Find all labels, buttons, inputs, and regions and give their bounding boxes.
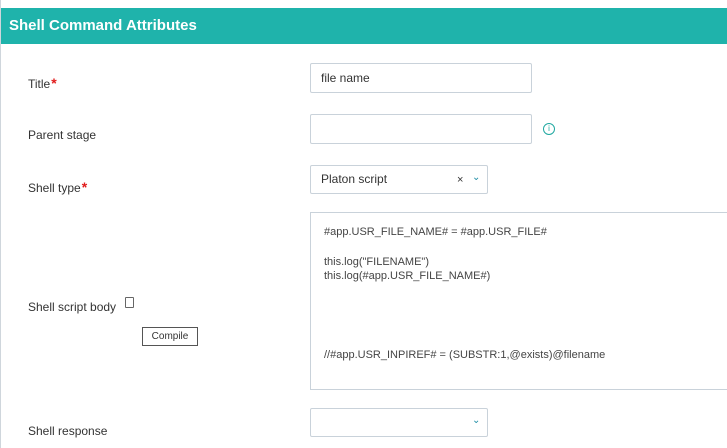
chevron-down-icon[interactable]: ⌄	[472, 172, 480, 183]
panel-title: Shell Command Attributes	[9, 17, 197, 34]
required-icon: *	[81, 179, 88, 195]
shell-response-select[interactable]	[310, 408, 488, 437]
title-label-text: Title	[28, 77, 51, 91]
title-input[interactable]: file name	[310, 63, 532, 93]
code-line: this.log(#app.USR_FILE_NAME#)	[324, 270, 491, 282]
chevron-down-icon[interactable]: ⌄	[472, 415, 480, 426]
compile-button[interactable]: Compile	[142, 327, 198, 346]
parent-stage-label: Parent stage	[28, 128, 97, 142]
required-icon: *	[51, 75, 57, 91]
document-icon[interactable]	[125, 297, 134, 308]
parent-stage-input[interactable]	[310, 114, 532, 144]
shell-script-textarea[interactable]: #app.USR_FILE_NAME# = #app.USR_FILE# thi…	[310, 212, 727, 390]
shell-response-label: Shell response	[28, 424, 108, 438]
shell-type-value: Platon script	[321, 172, 388, 186]
code-line: #app.USR_FILE_NAME# = #app.USR_FILE#	[324, 226, 547, 238]
info-icon[interactable]: i	[543, 123, 555, 135]
code-line: //#app.USR_INPIREF# = (SUBSTR:1,@exists)…	[324, 349, 606, 361]
shell-type-label: Shell type*	[28, 179, 87, 195]
shell-type-label-text: Shell type	[28, 181, 81, 195]
form-panel: Shell Command Attributes Title* file nam…	[0, 0, 727, 448]
shell-script-body-label: Shell script body	[28, 300, 117, 314]
clear-icon[interactable]: ×	[457, 174, 463, 186]
title-label: Title*	[28, 75, 57, 91]
code-line: this.log("FILENAME")	[324, 256, 429, 268]
title-input-value: file name	[321, 71, 370, 85]
panel-header: Shell Command Attributes	[1, 8, 727, 44]
